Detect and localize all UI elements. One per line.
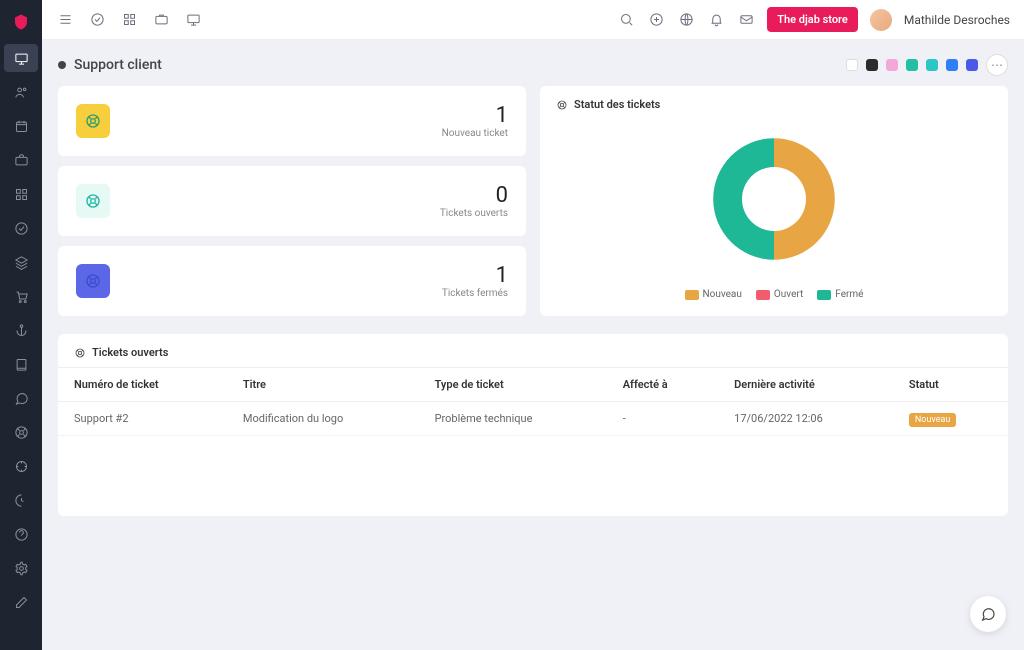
cell-assigned: - — [607, 402, 718, 436]
sidebar-item-anchor[interactable] — [0, 314, 42, 346]
app-logo[interactable] — [0, 4, 42, 40]
col-activity[interactable]: Dernière activité — [718, 368, 893, 402]
briefcase-icon[interactable] — [152, 11, 170, 29]
stat-value: 1 — [442, 263, 508, 288]
page-header: Support client ⋯ — [58, 54, 1008, 76]
store-button[interactable]: The djab store — [767, 7, 858, 32]
legend-label: Fermé — [835, 289, 863, 300]
cell-status: Nouveau — [893, 402, 1008, 436]
sidebar-item-time[interactable] — [0, 484, 42, 516]
sidebar-item-chat[interactable] — [0, 382, 42, 414]
card-title: Tickets ouverts — [92, 346, 168, 359]
status-badge: Nouveau — [909, 413, 956, 427]
sidebar — [0, 0, 42, 650]
stat-card-open[interactable]: 0 Tickets ouverts — [58, 166, 526, 236]
check-circle-icon[interactable] — [88, 11, 106, 29]
lifebuoy-icon — [76, 184, 110, 218]
avatar[interactable] — [870, 9, 892, 31]
menu-icon[interactable] — [56, 11, 74, 29]
sidebar-item-dashboard[interactable] — [4, 44, 38, 72]
search-icon[interactable] — [617, 11, 635, 29]
palette-more[interactable]: ⋯ — [986, 54, 1008, 76]
palette-swatch[interactable] — [926, 59, 938, 71]
sidebar-item-settings[interactable] — [0, 552, 42, 584]
palette-swatch[interactable] — [846, 59, 858, 71]
lifebuoy-icon — [556, 99, 568, 111]
add-icon[interactable] — [647, 11, 665, 29]
palette-swatch[interactable] — [906, 59, 918, 71]
stat-label: Tickets ouverts — [440, 208, 508, 219]
apps-icon[interactable] — [120, 11, 138, 29]
open-tickets-card: Tickets ouverts Numéro de ticket Titre T… — [58, 334, 1008, 516]
palette-swatch[interactable] — [886, 59, 898, 71]
topbar: The djab store Mathilde Desroches — [42, 0, 1024, 40]
sidebar-item-apps[interactable] — [0, 178, 42, 210]
cell-activity: 17/06/2022 12:06 — [718, 402, 893, 436]
cell-type: Problème technique — [419, 402, 607, 436]
stat-value: 0 — [440, 183, 508, 208]
lifebuoy-icon — [76, 264, 110, 298]
legend-label: Ouvert — [774, 289, 803, 300]
cell-number: Support #2 — [58, 402, 227, 436]
chart-card-status: Statut des tickets Nouveau Ouvert Fermé — [540, 86, 1008, 316]
stat-label: Nouveau ticket — [442, 128, 508, 139]
chat-fab[interactable] — [970, 596, 1006, 632]
sidebar-item-users[interactable] — [0, 76, 42, 108]
sidebar-item-edit[interactable] — [0, 586, 42, 618]
page-status-dot — [58, 61, 66, 69]
table-row[interactable]: Support #2 Modification du logo Problème… — [58, 402, 1008, 436]
globe-icon[interactable] — [677, 11, 695, 29]
legend-label: Nouveau — [703, 289, 742, 300]
lifebuoy-icon — [74, 347, 86, 359]
card-title: Statut des tickets — [574, 98, 660, 111]
palette-swatch[interactable] — [946, 59, 958, 71]
sidebar-item-calendar[interactable] — [0, 110, 42, 142]
lifebuoy-icon — [76, 104, 110, 138]
col-status[interactable]: Statut — [893, 368, 1008, 402]
chart-legend: Nouveau Ouvert Fermé — [556, 289, 992, 300]
col-type[interactable]: Type de ticket — [419, 368, 607, 402]
stat-card-new[interactable]: 1 Nouveau ticket — [58, 86, 526, 156]
mail-icon[interactable] — [737, 11, 755, 29]
cell-title: Modification du logo — [227, 402, 419, 436]
color-palette: ⋯ — [846, 54, 1008, 76]
sidebar-item-briefcase[interactable] — [0, 144, 42, 176]
bell-icon[interactable] — [707, 11, 725, 29]
palette-swatch[interactable] — [966, 59, 978, 71]
username-label: Mathilde Desroches — [904, 13, 1010, 27]
sidebar-item-book[interactable] — [0, 348, 42, 380]
sidebar-item-cart[interactable] — [0, 280, 42, 312]
tickets-table: Numéro de ticket Titre Type de ticket Af… — [58, 367, 1008, 436]
col-number[interactable]: Numéro de ticket — [58, 368, 227, 402]
sidebar-item-layers[interactable] — [0, 246, 42, 278]
col-assigned[interactable]: Affecté à — [607, 368, 718, 402]
display-icon[interactable] — [184, 11, 202, 29]
sidebar-item-help[interactable] — [0, 518, 42, 550]
sidebar-item-target[interactable] — [0, 450, 42, 482]
sidebar-item-tasks[interactable] — [0, 212, 42, 244]
stat-value: 1 — [442, 103, 508, 128]
col-title[interactable]: Titre — [227, 368, 419, 402]
donut-chart — [694, 119, 854, 279]
palette-swatch[interactable] — [866, 59, 878, 71]
stat-label: Tickets fermés — [442, 288, 508, 299]
stat-card-closed[interactable]: 1 Tickets fermés — [58, 246, 526, 316]
page-title: Support client — [74, 57, 162, 73]
sidebar-item-support[interactable] — [0, 416, 42, 448]
